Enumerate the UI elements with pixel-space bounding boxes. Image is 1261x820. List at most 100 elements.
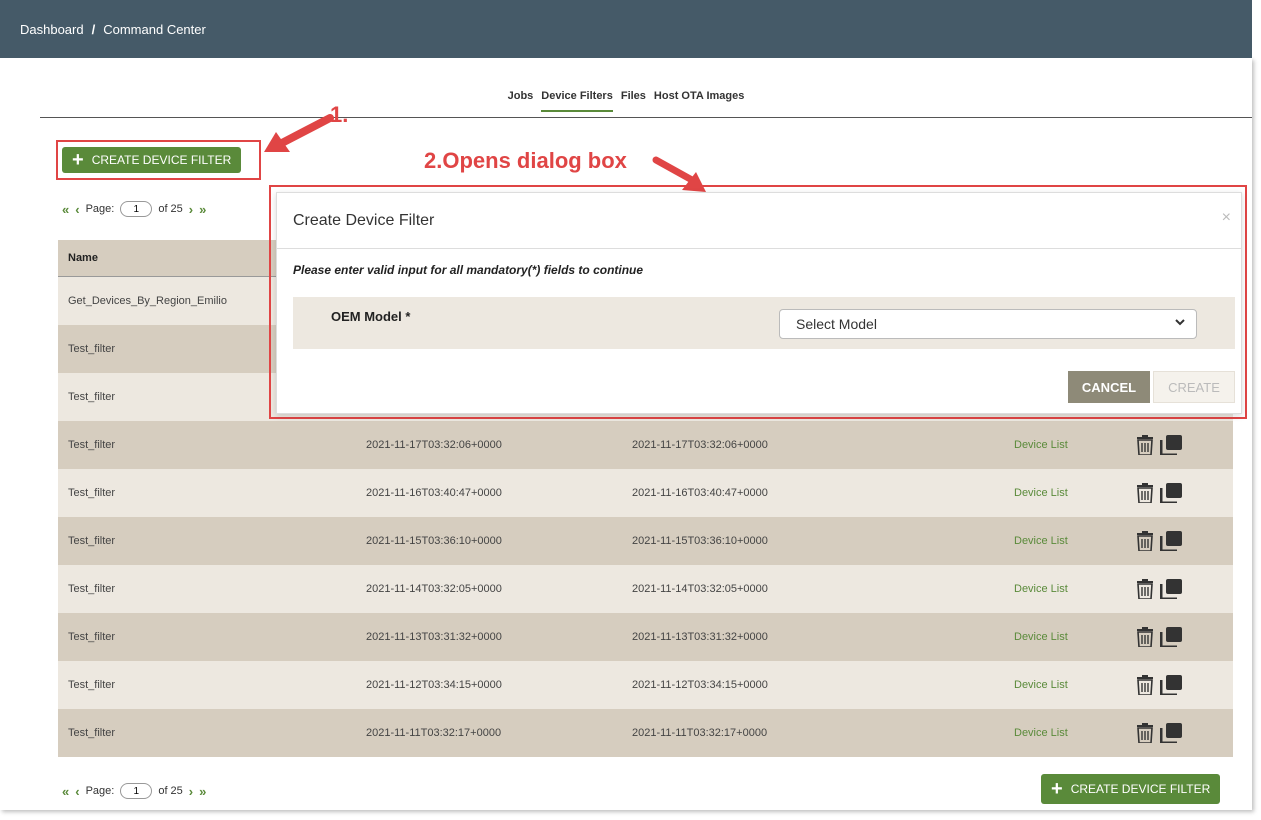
row-created-date: 2021-11-15T03:36:10+0000 [366,535,502,547]
first-page-icon[interactable]: « [62,784,69,799]
copy-icon[interactable] [1160,675,1182,695]
tab-bar: Jobs Device Filters Files Host OTA Image… [0,90,1252,112]
close-icon[interactable]: × [1222,209,1231,227]
row-actions [1136,675,1182,695]
breadcrumb-dashboard[interactable]: Dashboard [20,22,84,37]
oem-model-field: OEM Model * Select Model [293,297,1235,349]
tab-jobs[interactable]: Jobs [508,90,534,112]
plus-icon: + [1051,778,1063,800]
create-device-filter-dialog: Create Device Filter × Please enter vali… [276,192,1242,414]
row-name: Test_filter [68,535,116,547]
device-list-link[interactable]: Device List [1014,631,1136,643]
oem-model-label: OEM Model * [331,308,411,324]
row-updated-date: 2021-11-16T03:40:47+0000 [632,487,768,499]
row-name: Test_filter [68,487,116,499]
chevron-down-icon [1174,316,1186,331]
table-row: Test_filter 2021-11-11T03:32:17+0000 202… [58,709,1233,757]
select-value: Select Model [796,316,877,332]
create-device-filter-label: CREATE DEVICE FILTER [91,153,232,167]
page-input[interactable] [120,201,153,217]
copy-icon[interactable] [1160,483,1182,503]
prev-page-icon[interactable]: ‹ [75,784,79,799]
trash-icon[interactable] [1136,435,1154,455]
create-button-disabled[interactable]: CREATE [1153,371,1235,403]
last-page-icon[interactable]: » [199,202,206,217]
copy-icon[interactable] [1160,531,1182,551]
table-row: Test_filter 2021-11-15T03:36:10+0000 202… [58,517,1233,565]
row-actions [1136,531,1182,551]
table-row: Test_filter 2021-11-14T03:32:05+0000 202… [58,565,1233,613]
create-device-filter-label: CREATE DEVICE FILTER [1070,782,1211,796]
device-list-link[interactable]: Device List [1014,535,1136,547]
breadcrumb-current: Command Center [103,21,206,37]
trash-icon[interactable] [1136,675,1154,695]
top-bar: Dashboard / Command Center [0,0,1252,58]
row-created-date: 2021-11-14T03:32:05+0000 [366,583,502,595]
copy-icon[interactable] [1160,579,1182,599]
pager-bottom: « ‹ Page: of 25 › » [62,783,206,799]
row-updated-date: 2021-11-13T03:31:32+0000 [632,631,768,643]
prev-page-icon[interactable]: ‹ [75,202,79,217]
pager-top: « ‹ Page: of 25 › » [62,201,206,217]
annotation-arrow-1-icon [264,114,334,152]
copy-icon[interactable] [1160,435,1182,455]
device-list-link[interactable]: Device List [1014,487,1136,499]
row-created-date: 2021-11-13T03:31:32+0000 [366,631,502,643]
page-label: Page: [85,203,115,215]
last-page-icon[interactable]: » [199,784,206,799]
row-updated-date: 2021-11-17T03:32:06+0000 [632,439,768,451]
create-device-filter-button-bottom[interactable]: + CREATE DEVICE FILTER [1041,774,1221,804]
row-actions [1136,627,1182,647]
page-label: Page: [85,785,115,797]
table-row: Test_filter 2021-11-13T03:31:32+0000 202… [58,613,1233,661]
table-row: Test_filter 2021-11-16T03:40:47+0000 202… [58,469,1233,517]
row-created-date: 2021-11-16T03:40:47+0000 [366,487,502,499]
annotation-step-1: 1. [330,102,349,127]
dialog-header: Create Device Filter × [277,193,1241,249]
row-name: Test_filter [68,679,116,691]
page-input[interactable] [120,783,153,799]
trash-icon[interactable] [1136,483,1154,503]
row-updated-date: 2021-11-14T03:32:05+0000 [632,583,768,595]
row-created-date: 2021-11-11T03:32:17+0000 [366,727,502,739]
device-list-link[interactable]: Device List [1014,679,1136,691]
cancel-button[interactable]: CANCEL [1068,371,1150,403]
tab-device-filters[interactable]: Device Filters [541,90,613,112]
row-name: Test_filter [68,583,116,595]
first-page-icon[interactable]: « [62,202,69,217]
table-row: Test_filter 2021-11-12T03:34:15+0000 202… [58,661,1233,709]
table-row: Test_filter 2021-11-17T03:32:06+0000 202… [58,421,1233,469]
tab-files[interactable]: Files [621,90,646,112]
tabs-divider [40,117,1252,118]
breadcrumb-separator: / [91,21,96,37]
annotation-step-2: 2.Opens dialog box [424,148,627,173]
copy-icon[interactable] [1160,723,1182,743]
create-device-filter-button-top[interactable]: + CREATE DEVICE FILTER [62,147,242,173]
row-created-date: 2021-11-17T03:32:06+0000 [366,439,502,451]
row-actions [1136,435,1182,455]
row-actions [1136,723,1182,743]
plus-icon: + [72,149,84,171]
row-actions [1136,483,1182,503]
page-of-text: of 25 [158,785,183,797]
trash-icon[interactable] [1136,579,1154,599]
next-page-icon[interactable]: › [189,784,193,799]
trash-icon[interactable] [1136,723,1154,743]
page-of-text: of 25 [158,203,183,215]
row-updated-date: 2021-11-12T03:34:15+0000 [632,679,768,691]
trash-icon[interactable] [1136,627,1154,647]
row-updated-date: 2021-11-11T03:32:17+0000 [632,727,768,739]
copy-icon[interactable] [1160,627,1182,647]
row-updated-date: 2021-11-15T03:36:10+0000 [632,535,768,547]
row-actions [1136,579,1182,599]
device-list-link[interactable]: Device List [1014,727,1136,739]
tab-host-ota-images[interactable]: Host OTA Images [654,90,744,112]
oem-model-select[interactable]: Select Model [779,309,1197,339]
next-page-icon[interactable]: › [189,202,193,217]
device-list-link[interactable]: Device List [1014,439,1136,451]
dialog-instruction: Please enter valid input for all mandato… [293,263,644,277]
device-list-link[interactable]: Device List [1014,583,1136,595]
trash-icon[interactable] [1136,531,1154,551]
row-name: Test_filter [68,727,116,739]
row-name: Test_filter [68,631,116,643]
